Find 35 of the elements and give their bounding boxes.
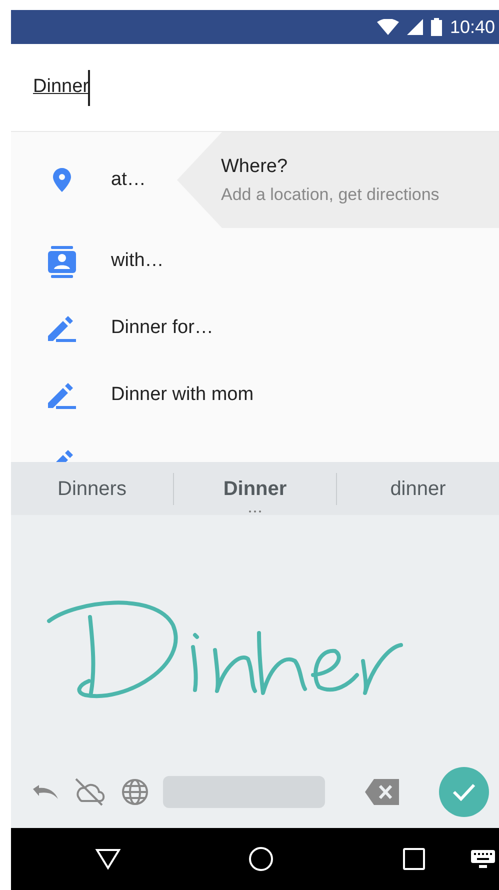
- backspace-icon[interactable]: [365, 779, 399, 805]
- clock: 10:40: [450, 16, 495, 38]
- cloud-off-icon[interactable]: [73, 777, 107, 807]
- candidate-word[interactable]: Dinner: [174, 462, 336, 515]
- signal-icon: [406, 19, 423, 35]
- home-icon[interactable]: [248, 846, 274, 872]
- hint-subtitle: Add a location, get directions: [221, 184, 440, 206]
- contact-card-icon: [48, 246, 76, 278]
- suggestion-item[interactable]: Dinner with mom: [11, 362, 499, 429]
- hint-title: Where?: [221, 155, 289, 179]
- check-icon: [452, 783, 476, 801]
- suggestion-label: with…: [111, 249, 164, 274]
- suggestion-item[interactable]: at… Where? Add a location, get directions: [11, 132, 499, 228]
- suggestion-item[interactable]: Dinner for…: [11, 295, 499, 362]
- candidate-word[interactable]: dinner: [337, 462, 499, 515]
- suggestion-label: at…: [111, 168, 147, 192]
- suggestion-item[interactable]: with…: [11, 228, 499, 295]
- more-dots-icon: [248, 510, 262, 513]
- location-hint-callout[interactable]: Where? Add a location, get directions: [177, 132, 499, 228]
- field-value: Dinner: [33, 75, 89, 100]
- undo-icon[interactable]: [31, 783, 59, 801]
- wifi-icon: [376, 19, 399, 35]
- recents-icon[interactable]: [403, 848, 426, 870]
- suggestion-label: Dinner for…: [111, 316, 214, 340]
- location-pin-icon: [52, 168, 70, 192]
- confirm-button[interactable]: [439, 767, 489, 817]
- suggestion-label: Dinner with mom: [111, 383, 254, 408]
- back-icon[interactable]: [94, 848, 121, 870]
- pencil-icon: [48, 382, 76, 408]
- pencil-icon: [48, 316, 76, 342]
- text-field[interactable]: Dinner: [33, 70, 90, 106]
- keyboard-icon[interactable]: [470, 850, 495, 868]
- battery-icon: [430, 18, 442, 36]
- globe-icon[interactable]: [121, 778, 149, 806]
- candidate-word[interactable]: Dinners: [11, 462, 173, 515]
